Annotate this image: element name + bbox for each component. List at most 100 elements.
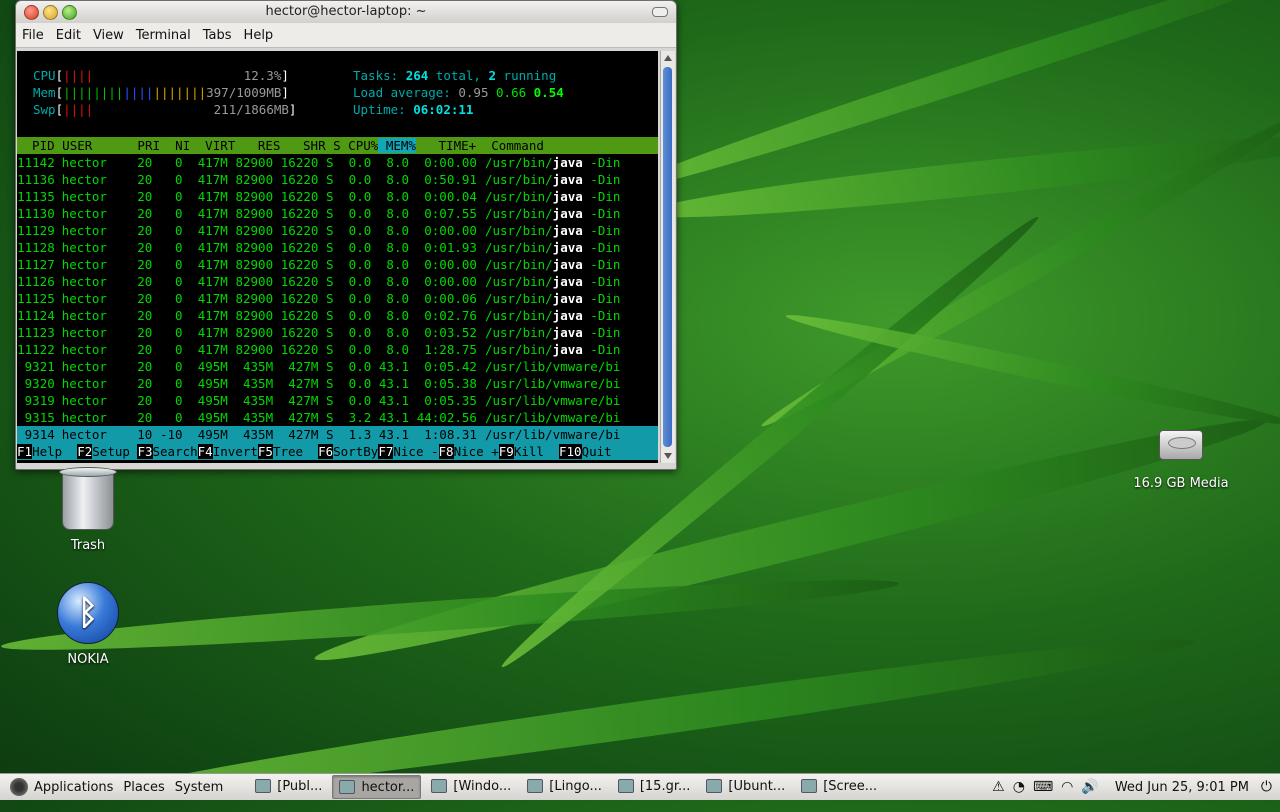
menu-file[interactable]: File [22,28,44,43]
col-res[interactable]: RES [235,138,281,153]
cell-time: 0:50.91 [424,172,477,187]
fkey-f4[interactable]: F4 [197,444,213,459]
menu-edit[interactable]: Edit [56,28,81,43]
process-row[interactable]: 11125 hector 20 0 417M 82900 16220 S 0.0 8.0 0:00.… [17,290,658,307]
gnome-foot-icon[interactable] [10,778,28,796]
process-row[interactable]: 11123 hector 20 0 417M 82900 16220 S 0.0 8.0 0:03.… [17,324,658,341]
menu-applications[interactable]: Applications [34,780,113,795]
fkey-label[interactable]: Invert [213,444,258,459]
fkey-label[interactable]: Tree [273,444,318,459]
taskbar-item[interactable]: [15.gr... [612,775,697,797]
process-row[interactable]: 11124 hector 20 0 417M 82900 16220 S 0.0 8.0 0:02.… [17,307,658,324]
fkey-label[interactable]: Nice - [393,444,438,459]
taskbar-item[interactable]: [Lingo... [521,775,608,797]
menu-help[interactable]: Help [244,28,274,43]
process-row[interactable]: 11135 hector 20 0 417M 82900 16220 S 0.0 8.0 0:00.… [17,188,658,205]
fkey-f3[interactable]: F3 [137,444,153,459]
fkey-f10[interactable]: F10 [558,444,582,459]
terminal-scrollbar[interactable] [660,51,675,463]
fkey-label[interactable]: Search [153,444,198,459]
fkey-label[interactable]: Nice + [454,444,499,459]
process-row[interactable]: 9319 hector 20 0 495M 435M 427M S 0.0 43.1 0:05.35… [17,392,658,409]
cell-ni: 0 [174,189,183,204]
col-ni[interactable]: NI [160,138,190,153]
col-s[interactable]: S [326,138,341,153]
fkey-f8[interactable]: F8 [438,444,454,459]
desktop-media-drive[interactable]: 16.9 GB Media [1120,430,1242,491]
fkey-label[interactable]: Quit [582,444,612,459]
col-shr[interactable]: SHR [280,138,326,153]
process-row[interactable]: 11142 hector 20 0 417M 82900 16220 S 0.0 8.0 0:00.… [17,154,658,171]
col-time[interactable]: TIME+ [416,138,484,153]
keyboard-icon[interactable]: ⌨ [1033,779,1053,795]
taskbar-item[interactable]: [Publ... [249,775,328,797]
cell-command: /usr/lib/vmware/bi [484,410,621,425]
col-pri[interactable]: PRI [130,138,160,153]
cell-res: 82900 [235,155,274,170]
clock[interactable]: Wed Jun 25, 9:01 PM [1115,780,1249,795]
cell-user: hector [61,274,107,289]
window-icon [706,779,723,793]
process-row[interactable]: 11129 hector 20 0 417M 82900 16220 S 0.0 8.0 0:00.… [17,222,658,239]
cell-shr: 16220 [280,291,319,306]
taskbar-item[interactable]: [Ubunt... [700,775,791,797]
fkey-label[interactable]: Kill [514,444,559,459]
cell-mem: 8.0 [386,274,409,289]
process-row[interactable]: 11130 hector 20 0 417M 82900 16220 S 0.0 8.0 0:07.… [17,205,658,222]
taskbar-item[interactable]: [Scree... [795,775,883,797]
cell-shr: 16220 [280,155,319,170]
col-virt[interactable]: VIRT [190,138,235,153]
cell-time: 0:05.35 [424,393,477,408]
swap-meter: Swp[|||| 211/1866MB] [33,102,297,117]
process-row[interactable]: 11136 hector 20 0 417M 82900 16220 S 0.0 8.0 0:50.… [17,171,658,188]
title-bar[interactable]: hector@hector-laptop: ~ [16,1,676,23]
menu-tabs[interactable]: Tabs [203,28,232,43]
col-command[interactable]: Command [484,138,544,153]
fkey-f5[interactable]: F5 [257,444,273,459]
wifi-icon[interactable]: ◠ [1061,779,1073,795]
fkey-label[interactable]: Setup [92,444,137,459]
scroll-up-icon[interactable] [664,55,672,61]
desktop-nokia[interactable]: ᛒ NOKIA [48,582,128,667]
process-row[interactable]: 9315 hector 20 0 495M 435M 427M S 3.2 43.1 44:02.5… [17,409,658,426]
menu-places[interactable]: Places [123,780,164,795]
fkey-f6[interactable]: F6 [318,444,334,459]
terminal-window[interactable]: hector@hector-laptop: ~ File Edit View T… [15,0,677,470]
process-row[interactable]: 9314 hector 10 -10 495M 435M 427M S 1.3 43.1 1:08.… [17,426,658,443]
shade-button[interactable] [652,7,668,17]
volume-icon[interactable]: 🔊 [1081,779,1098,795]
process-row[interactable]: 9320 hector 20 0 495M 435M 427M S 0.0 43.1 0:05.38… [17,375,658,392]
cell-ni: 0 [174,393,183,408]
fkey-f1[interactable]: F1 [17,444,33,459]
desktop-trash[interactable]: Trash [48,467,128,553]
mouse-icon[interactable]: ◔ [1013,779,1025,795]
process-row[interactable]: 11126 hector 20 0 417M 82900 16220 S 0.0 8.0 0:00.… [17,273,658,290]
scroll-down-icon[interactable] [664,453,672,459]
cell-ni: 0 [174,308,183,323]
fkey-f2[interactable]: F2 [77,444,93,459]
process-row[interactable]: 11122 hector 20 0 417M 82900 16220 S 0.0 8.0 1:28.… [17,341,658,358]
power-icon[interactable]: ⏻ [1261,779,1272,795]
terminal-screen[interactable]: CPU[|||| 12.3%] Mem[|||||||||||||||||||3… [17,51,658,463]
cell-pri: 20 [137,410,153,425]
col-pid[interactable]: PID [17,138,55,153]
fkey-label[interactable]: SortBy [333,444,378,459]
cpu-meter: CPU[|||| 12.3%] [33,68,289,83]
col-cpu[interactable]: CPU% [341,138,378,153]
menu-system[interactable]: System [175,780,223,795]
menu-terminal[interactable]: Terminal [136,28,191,43]
process-row[interactable]: 9321 hector 20 0 495M 435M 427M S 0.0 43.1 0:05.42… [17,358,658,375]
menu-view[interactable]: View [93,28,124,43]
scroll-thumb[interactable] [663,67,672,447]
process-row[interactable]: 11128 hector 20 0 417M 82900 16220 S 0.0 8.0 0:01.… [17,239,658,256]
taskbar-item[interactable]: [Windo... [425,775,517,797]
taskbar-item[interactable]: hector... [332,775,422,799]
fkey-f7[interactable]: F7 [378,444,394,459]
col-mem[interactable]: MEM% [378,138,416,153]
fkey-f9[interactable]: F9 [498,444,514,459]
col-user[interactable]: USER [55,138,130,153]
update-icon[interactable]: ⚠ [992,779,1005,795]
process-row[interactable]: 11127 hector 20 0 417M 82900 16220 S 0.0 8.0 0:00.… [17,256,658,273]
cell-pri: 20 [137,274,153,289]
fkey-label[interactable]: Help [32,444,77,459]
